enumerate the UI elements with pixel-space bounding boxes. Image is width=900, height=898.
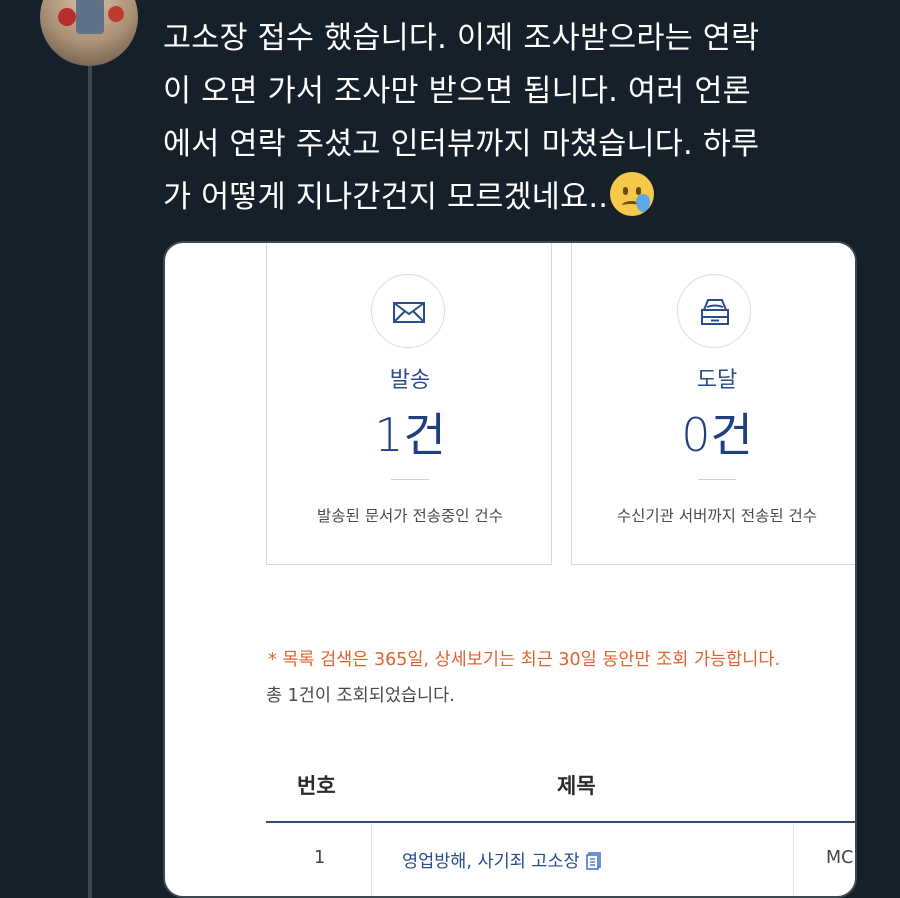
tweet-text-line: 가 어떻게 지나간건지 모르겠네요.. [163, 171, 878, 224]
search-notice: * 목록 검색은 365일, 상세보기는 최근 30일 동안만 조회 가능합니다… [268, 650, 781, 670]
table-header-divider [266, 821, 855, 823]
table-cell-code: MC [826, 848, 854, 868]
card-count: 1건 [374, 408, 446, 462]
column-header-title: 제목 [557, 774, 596, 798]
card-description: 수신기관 서버까지 전송된 건수 [616, 507, 818, 525]
column-separator [371, 823, 372, 896]
inbox-icon [677, 274, 751, 348]
card-label: 도달 [696, 368, 738, 393]
tweet-text-line: 이 오면 가서 조사만 받으면 됩니다. 여러 언론 [163, 74, 751, 109]
attached-image[interactable]: 발송 1건 발송된 문서가 전송중인 건수 도달 0건 수신기관 서버까지 전송… [163, 241, 857, 898]
tweet-text-line: 에서 연락 주셨고 인터뷰까지 마쳤습니다. 하루 [163, 127, 760, 162]
column-separator [793, 823, 794, 896]
document-icon [585, 852, 601, 870]
envelope-icon [371, 274, 445, 348]
card-count: 0건 [681, 408, 753, 462]
status-card-sent: 발송 1건 발송된 문서가 전송중인 건수 [266, 243, 552, 565]
tweet-text-line: 고소장 접수 했습니다. 이제 조사받으라는 연락 [163, 21, 760, 56]
card-divider [698, 479, 736, 480]
table-cell-number: 1 [314, 848, 326, 868]
crying-face-emoji-icon [610, 172, 655, 216]
avatar-apple [58, 8, 76, 26]
status-card-delivered: 도달 0건 수신기관 서버까지 전송된 건수 [571, 243, 855, 565]
avatar-figure [76, 0, 104, 34]
thread-connector-line [88, 66, 92, 898]
card-description: 발송된 문서가 전송중인 건수 [317, 507, 503, 525]
avatar-apple [108, 6, 124, 22]
card-divider [391, 479, 429, 480]
document-title-link[interactable]: 영업방해, 사기죄 고소장 [402, 852, 580, 872]
card-label: 발송 [389, 368, 431, 393]
column-header-number: 번호 [297, 774, 336, 798]
result-count: 총 1건이 조회되었습니다. [266, 686, 455, 706]
user-avatar[interactable] [40, 0, 138, 66]
table-cell-title[interactable]: 영업방해, 사기죄 고소장 [402, 848, 602, 873]
tweet-text-segment: 가 어떻게 지나간건지 모르겠네요.. [163, 180, 609, 215]
tweet-text: 고소장 접수 했습니다. 이제 조사받으라는 연락 이 오면 가서 조사만 받으… [163, 12, 878, 224]
